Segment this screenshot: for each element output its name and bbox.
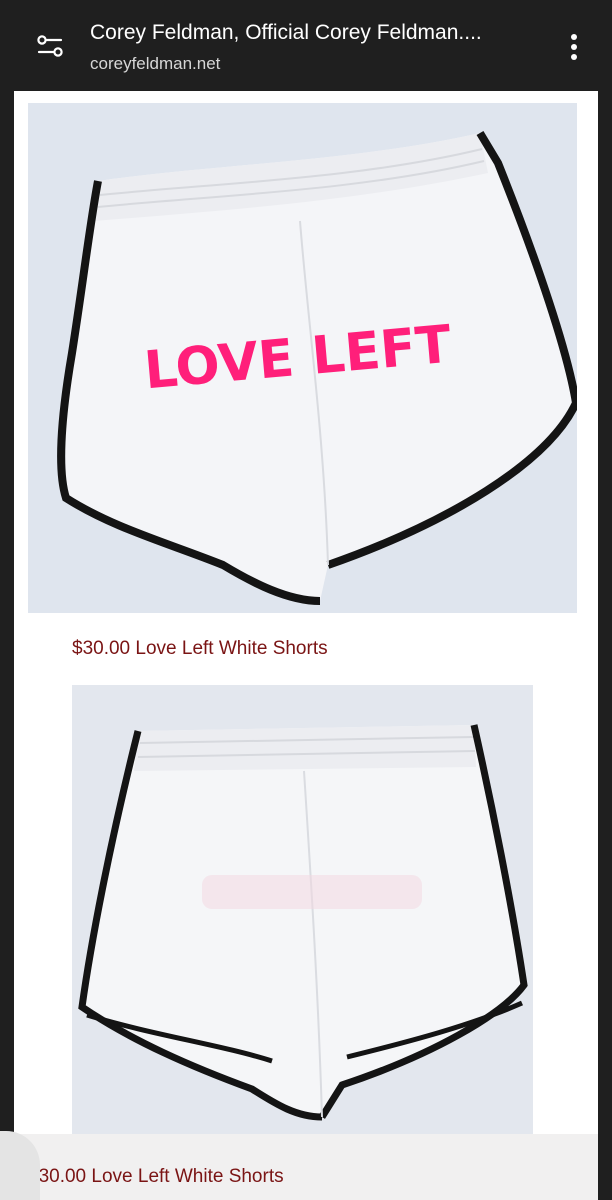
product-image-back[interactable] xyxy=(72,685,533,1141)
browser-toolbar: Corey Feldman, Official Corey Feldman...… xyxy=(0,0,612,90)
product-caption[interactable]: $30.00 Love Left White Shorts xyxy=(72,637,328,661)
page-domain[interactable]: coreyfeldman.net xyxy=(90,54,220,74)
more-vert-icon[interactable] xyxy=(566,32,582,62)
product-caption[interactable]: $30.00 Love Left White Shorts xyxy=(28,1165,284,1189)
web-page: LOVE LEFT $30.00 Love Left White Shorts … xyxy=(14,91,598,1200)
product-image-front[interactable]: LOVE LEFT xyxy=(28,103,577,613)
tune-icon[interactable] xyxy=(36,33,66,59)
page-title[interactable]: Corey Feldman, Official Corey Feldman...… xyxy=(90,20,560,46)
